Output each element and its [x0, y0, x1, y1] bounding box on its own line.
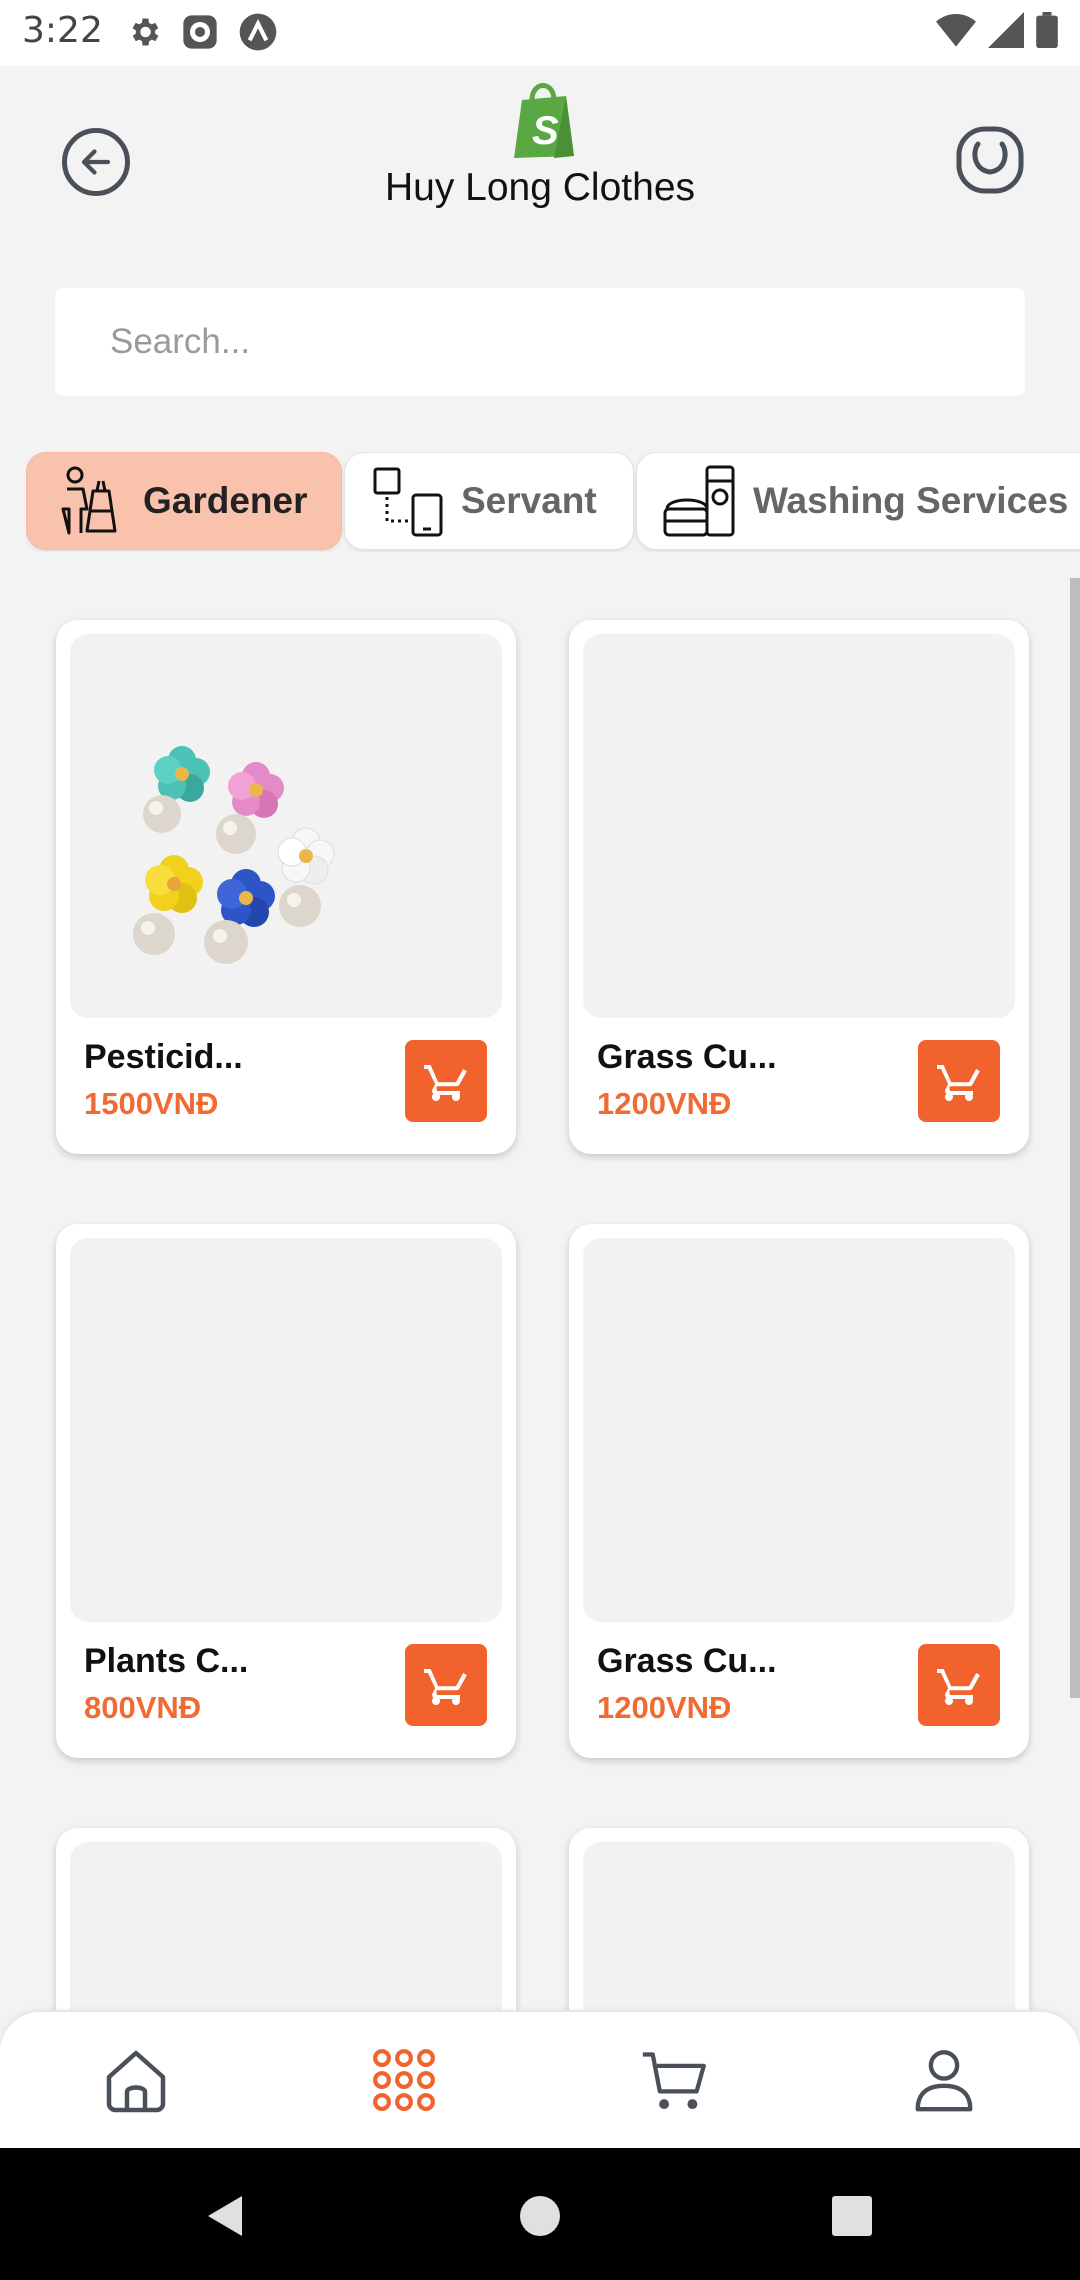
product-price: 1200VNĐ — [597, 1086, 732, 1121]
cart-icon — [937, 1065, 980, 1101]
product-card[interactable] — [569, 1828, 1029, 2010]
nav-home[interactable] — [96, 2040, 176, 2120]
flower-earrings-image — [133, 746, 335, 964]
nav-categories[interactable] — [364, 2040, 444, 2120]
cart-icon — [424, 1669, 467, 1705]
svg-text:S: S — [532, 109, 559, 153]
shopify-logo-icon: S — [514, 83, 574, 158]
product-image — [70, 1238, 502, 1622]
category-label: Servant — [461, 480, 597, 521]
product-card[interactable]: Pesticid... 1500VNĐ — [56, 620, 516, 1154]
back-triangle-icon[interactable] — [198, 2188, 254, 2244]
bottom-navigation — [0, 2012, 1080, 2148]
product-grid: Pesticid... 1500VNĐ Grass Cu... 1200VNĐ … — [0, 580, 1080, 2010]
product-card[interactable] — [56, 1828, 516, 2010]
category-tabs: Gardener Servant Washing Services — [26, 452, 1080, 552]
category-label: Washing Services — [753, 480, 1069, 521]
scrollbar[interactable] — [1070, 578, 1080, 1698]
status-bar: 3:22 — [0, 0, 1080, 66]
cart-icon — [642, 2052, 706, 2110]
product-image — [70, 634, 502, 1018]
app-title: Huy Long Clothes — [384, 166, 696, 209]
power-icon — [956, 126, 1024, 194]
cart-icon — [424, 1065, 467, 1101]
product-image — [583, 1842, 1015, 2010]
category-label: Gardener — [143, 480, 308, 521]
devices-icon — [373, 467, 443, 537]
signal-icon — [988, 12, 1024, 48]
category-tab-servant[interactable]: Servant — [344, 452, 634, 550]
home-circle-icon[interactable] — [512, 2188, 568, 2244]
app-notification-icon — [183, 15, 217, 49]
wifi-icon — [936, 14, 976, 47]
power-button[interactable] — [956, 126, 1024, 194]
product-name: Plants C... — [84, 1642, 249, 1680]
nav-cart[interactable] — [634, 2040, 714, 2120]
notification-icons — [126, 12, 278, 52]
product-price: 1200VNĐ — [597, 1690, 732, 1725]
update-notification-icon — [239, 13, 277, 51]
search-input[interactable] — [55, 288, 1025, 396]
cart-icon — [937, 1669, 980, 1705]
product-name: Pesticid... — [84, 1038, 243, 1076]
settings-icon — [132, 18, 159, 46]
cosmetics-icon — [663, 465, 735, 537]
add-to-cart-button[interactable] — [918, 1644, 1000, 1726]
status-time: 3:22 — [22, 10, 103, 51]
product-name: Grass Cu... — [597, 1038, 777, 1076]
gardener-icon — [61, 466, 117, 535]
product-image — [583, 1238, 1015, 1622]
home-icon — [106, 2050, 166, 2113]
system-navigation-bar — [0, 2148, 1080, 2280]
system-status-icons — [936, 12, 1058, 48]
add-to-cart-button[interactable] — [405, 1644, 487, 1726]
profile-icon — [915, 2050, 973, 2112]
product-card[interactable]: Plants C... 800VNĐ — [56, 1224, 516, 1758]
product-price: 800VNĐ — [84, 1690, 202, 1725]
grid-icon — [373, 2049, 435, 2111]
product-image — [583, 634, 1015, 1018]
product-price: 1500VNĐ — [84, 1086, 219, 1121]
add-to-cart-button[interactable] — [918, 1040, 1000, 1122]
product-image — [70, 1842, 502, 2010]
product-card[interactable]: Grass Cu... 1200VNĐ — [569, 620, 1029, 1154]
category-tab-gardener[interactable]: Gardener — [26, 452, 342, 550]
product-card[interactable]: Grass Cu... 1200VNĐ — [569, 1224, 1029, 1758]
recents-square-icon[interactable] — [824, 2188, 880, 2244]
add-to-cart-button[interactable] — [405, 1040, 487, 1122]
category-tab-washing-services[interactable]: Washing Services — [636, 452, 1080, 550]
product-name: Grass Cu... — [597, 1642, 777, 1680]
nav-profile[interactable] — [904, 2040, 984, 2120]
battery-icon — [1036, 12, 1058, 48]
